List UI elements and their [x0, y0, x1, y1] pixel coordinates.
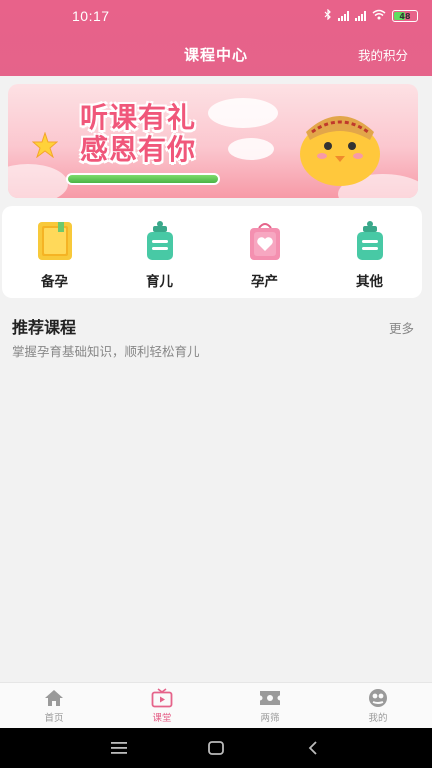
tab-label: 课堂	[152, 713, 172, 724]
category-label: 其他	[356, 274, 383, 290]
tab-screening[interactable]: 两筛	[216, 683, 324, 728]
status-bar: 10:17 48	[0, 0, 432, 32]
category-item-pregnancy[interactable]: 孕产	[212, 206, 317, 298]
status-icons: 48	[324, 8, 418, 23]
category-item-prepregnancy[interactable]: 备孕	[2, 206, 107, 298]
bluetooth-icon	[324, 8, 332, 23]
wifi-icon	[372, 9, 386, 23]
profile-icon	[369, 689, 387, 707]
bottle-icon	[356, 221, 383, 260]
battery-level: 48	[399, 11, 411, 21]
banner-line-2: 感恩有你	[80, 133, 197, 166]
category-label: 育儿	[146, 274, 173, 290]
back-icon	[309, 741, 317, 755]
heart-bag-icon	[249, 223, 280, 260]
tab-label: 两筛	[260, 713, 280, 724]
battery-icon: 48	[392, 10, 418, 22]
chick-mascot-icon	[300, 116, 380, 186]
cell-signal-2-icon	[355, 11, 366, 21]
recommended-section: 推荐课程 掌握孕育基础知识，顺利轻松育儿 更多	[12, 314, 414, 360]
more-link[interactable]: 更多	[389, 318, 414, 337]
banner-progress-bar	[66, 173, 220, 185]
tab-label: 首页	[44, 713, 64, 724]
system-nav-bar	[0, 728, 432, 768]
cell-signal-icon	[338, 11, 349, 21]
ticket-icon	[260, 691, 280, 705]
home-button[interactable]	[204, 738, 228, 758]
folder-icon	[37, 222, 72, 260]
home-icon	[45, 690, 63, 706]
category-card: 备孕 育儿 孕产 其他	[2, 206, 422, 298]
menu-button[interactable]	[107, 738, 131, 758]
square-icon	[208, 741, 224, 755]
section-title: 推荐课程	[12, 318, 77, 337]
category-label: 备孕	[41, 274, 68, 290]
status-time: 10:17	[72, 8, 110, 24]
baby-bottle-icon	[146, 221, 173, 260]
tab-classroom[interactable]: 课堂	[108, 683, 216, 728]
menu-icon	[110, 742, 127, 754]
section-subtitle: 掌握孕育基础知识，顺利轻松育儿	[12, 344, 200, 359]
banner-headline: 听课有礼 感恩有你	[80, 102, 196, 166]
category-label: 孕产	[251, 274, 278, 290]
tab-home[interactable]: 首页	[0, 683, 108, 728]
title-bar: 课程中心 我的积分	[0, 32, 432, 76]
category-item-parenting[interactable]: 育儿	[107, 206, 212, 298]
tv-icon	[151, 688, 173, 708]
bottom-tab-bar: 首页 课堂 两筛 我的	[0, 682, 432, 728]
back-button[interactable]	[301, 738, 325, 758]
my-points-link[interactable]: 我的积分	[358, 45, 408, 64]
tab-label: 我的	[368, 713, 388, 724]
tab-mine[interactable]: 我的	[324, 683, 432, 728]
promo-banner[interactable]: 听课有礼 感恩有你	[8, 84, 418, 198]
star-icon	[32, 132, 58, 158]
category-item-other[interactable]: 其他	[317, 206, 422, 298]
banner-line-1: 听课有礼	[80, 101, 197, 134]
page-title: 课程中心	[183, 45, 248, 64]
app-header: 10:17 48 课程中心 我的积分	[0, 0, 432, 76]
